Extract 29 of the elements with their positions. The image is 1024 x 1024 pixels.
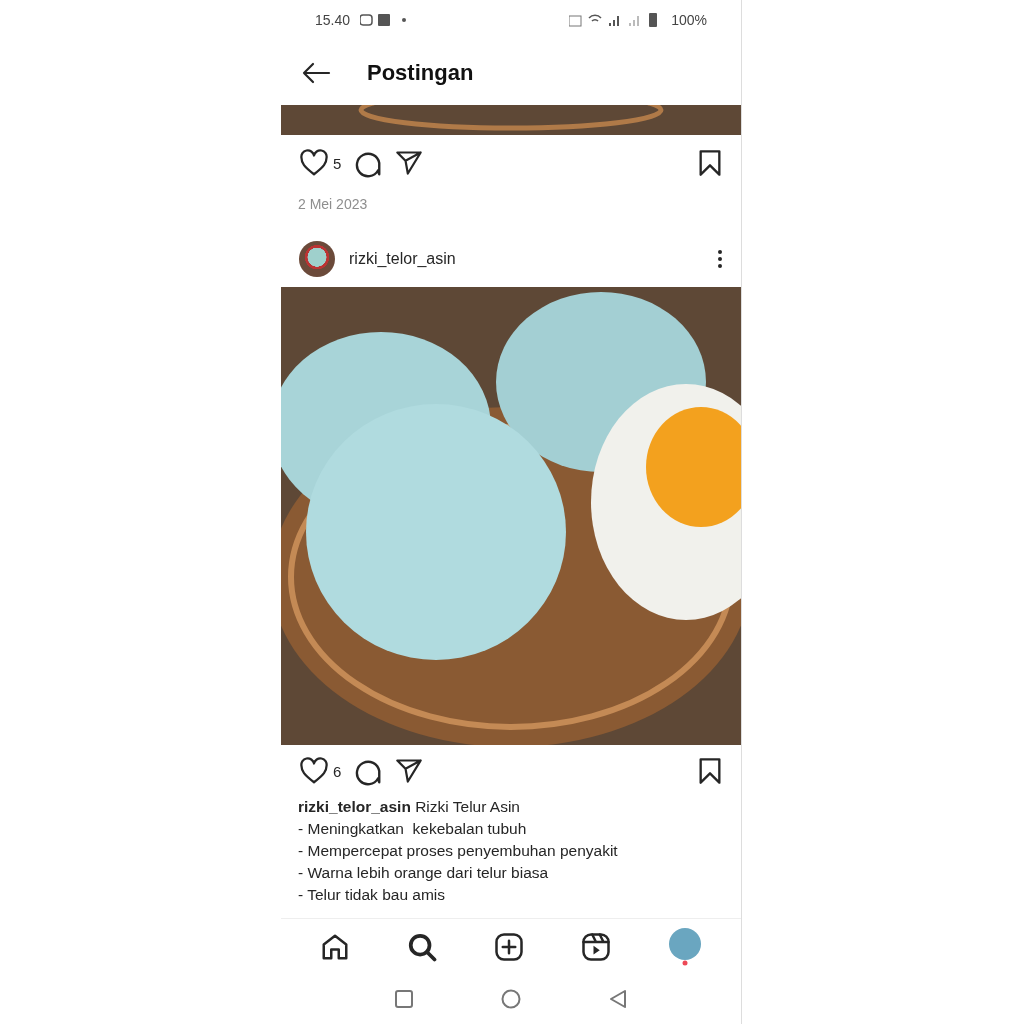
- caption-line: rizki_telor_asin Rizki Telur Asin: [298, 797, 521, 817]
- profile-tab-icon[interactable]: [668, 927, 703, 966]
- bookmark-button[interactable]: [697, 149, 723, 177]
- caption-line: - Meningkatkan kekebalan tubuh: [298, 819, 528, 839]
- recents-icon[interactable]: [395, 990, 413, 1008]
- like-button[interactable]: [299, 149, 329, 177]
- reels-tab-icon[interactable]: [581, 931, 612, 962]
- page-title: Postingan: [367, 59, 474, 86]
- notification-icons: [360, 13, 409, 27]
- caption-line: - Telur tidak bau amis: [298, 885, 447, 905]
- search-tab-icon[interactable]: [406, 931, 437, 962]
- more-options-icon[interactable]: [717, 249, 723, 269]
- user-avatar[interactable]: [299, 241, 335, 277]
- share-button[interactable]: [395, 149, 424, 177]
- create-tab-icon[interactable]: [493, 931, 524, 962]
- like-count: 5: [333, 154, 342, 172]
- caption-line: - Warna lebih orange dari telur biasa: [298, 863, 550, 883]
- like-count: 6: [333, 762, 342, 780]
- status-time: 15.40: [315, 12, 351, 28]
- caption-line: - Mempercepat proses penyembuhan penyakit: [298, 841, 619, 861]
- back-button[interactable]: [301, 60, 331, 85]
- home-circle-icon[interactable]: [501, 989, 521, 1009]
- battery-percent: 100%: [671, 12, 707, 28]
- bookmark-button[interactable]: [697, 757, 723, 785]
- back-triangle-icon[interactable]: [609, 989, 627, 1009]
- share-button[interactable]: [395, 757, 424, 785]
- username[interactable]: rizki_telor_asin: [349, 250, 456, 268]
- post-date: 2 Mei 2023: [298, 196, 368, 212]
- like-button[interactable]: [299, 757, 329, 785]
